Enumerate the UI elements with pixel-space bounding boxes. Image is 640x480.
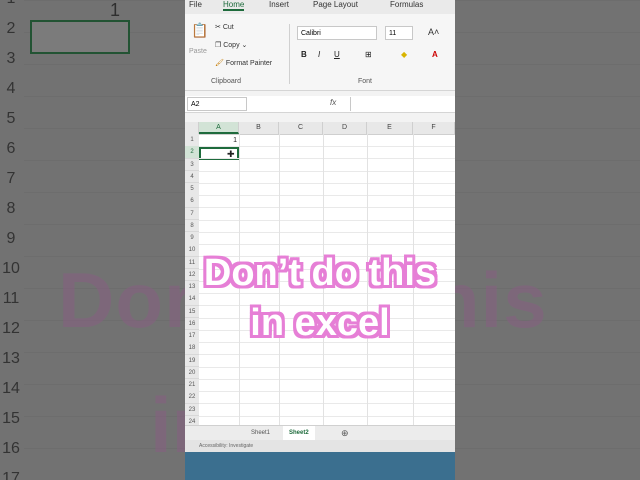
row-gridline <box>199 354 455 356</box>
column-header-d[interactable]: D <box>323 122 367 134</box>
tab-home[interactable]: Home <box>223 0 245 11</box>
caption-line1: Don’t do this <box>203 252 437 294</box>
row-header-9[interactable]: 9 <box>185 232 199 245</box>
underline-button[interactable]: U <box>334 50 340 59</box>
row-header-1[interactable]: 1 <box>185 134 199 147</box>
row-gridline <box>199 378 455 380</box>
caption-line2: in excel <box>250 302 390 344</box>
row-header-4[interactable]: 4 <box>185 170 199 184</box>
column-header-b[interactable]: B <box>239 122 279 134</box>
font-group-label: Font <box>358 78 373 85</box>
row-header-23[interactable]: 23 <box>185 403 199 416</box>
copy-icon: ❐ <box>215 42 222 49</box>
row-gridline <box>199 219 455 221</box>
fx-icon[interactable]: fx <box>330 98 336 107</box>
excel-window: File Home Insert Page Layout Formulas 📋 … <box>185 0 455 480</box>
font-color-button[interactable]: A <box>432 50 438 59</box>
row-gridline <box>199 195 455 196</box>
row-gridline <box>199 170 455 172</box>
row-gridline <box>199 158 455 160</box>
row-gridline <box>199 231 455 233</box>
ribbon: 📋 Paste ✂ Cut ❐ Copy ⌄ 🖌 Format Painter … <box>185 14 455 91</box>
row-header-7[interactable]: 7 <box>185 207 199 220</box>
cut-button[interactable]: ✂ Cut <box>215 23 234 31</box>
sheet-tabs: Sheet1 Sheet2 ⊕ <box>185 425 455 442</box>
select-all-corner[interactable] <box>185 122 199 134</box>
ribbon-separator <box>289 24 290 84</box>
row-gridline <box>199 207 455 209</box>
row-header-2[interactable]: 2 <box>185 146 199 159</box>
format-painter-label: Format Painter <box>225 60 273 67</box>
row-gridline <box>199 244 455 245</box>
row-gridline <box>199 146 455 147</box>
tab-file[interactable]: File <box>189 0 202 9</box>
tab-page-layout[interactable]: Page Layout <box>313 0 358 9</box>
column-header-a[interactable]: A <box>199 122 239 134</box>
increase-font-icon[interactable]: A˄ <box>428 27 439 37</box>
chevron-down-icon: ⌄ <box>241 42 248 49</box>
bold-button[interactable]: B <box>301 50 307 59</box>
row-header-6[interactable]: 6 <box>185 195 199 208</box>
add-sheet-icon[interactable]: ⊕ <box>335 426 355 440</box>
formula-bar: A2 fx <box>185 96 455 113</box>
column-header-e[interactable]: E <box>367 122 413 134</box>
row-gridline <box>199 391 455 392</box>
column-header-row: ABCDEF <box>185 122 455 135</box>
row-header-20[interactable]: 20 <box>185 366 199 380</box>
row-gridline <box>199 366 455 368</box>
paintbrush-icon: 🖌 <box>215 60 224 67</box>
row-header-22[interactable]: 22 <box>185 391 199 404</box>
status-bar: Accessibility: Investigate <box>185 440 455 452</box>
row-header-5[interactable]: 5 <box>185 183 199 196</box>
italic-button[interactable]: I <box>318 50 320 59</box>
format-painter-button[interactable]: 🖌 Format Painter <box>215 59 272 67</box>
column-header-f[interactable]: F <box>413 122 455 134</box>
row-header-8[interactable]: 8 <box>185 219 199 233</box>
column-header-c[interactable]: C <box>279 122 323 134</box>
tab-formulas[interactable]: Formulas <box>390 0 423 9</box>
clipboard-group-label: Clipboard <box>211 78 241 85</box>
row-header-3[interactable]: 3 <box>185 158 199 171</box>
borders-icon[interactable]: ⊞ <box>365 50 372 59</box>
paste-button[interactable]: Paste <box>189 48 207 55</box>
sheet-tab-1[interactable]: Sheet1 <box>245 426 276 440</box>
row-header-21[interactable]: 21 <box>185 379 199 392</box>
copy-label: Copy <box>223 42 240 49</box>
scissors-icon: ✂ <box>215 24 221 31</box>
right-shade <box>455 0 640 480</box>
caption-overlay: Don’t do this in excel <box>0 248 640 348</box>
row-gridline <box>199 182 455 184</box>
name-box[interactable]: A2 <box>187 97 247 111</box>
row-header-19[interactable]: 19 <box>185 354 199 367</box>
ribbon-tabs: File Home Insert Page Layout Formulas <box>185 0 455 14</box>
tab-insert[interactable]: Insert <box>269 0 289 9</box>
row-gridline <box>199 415 455 417</box>
font-name-select[interactable]: Calibri <box>297 26 377 40</box>
taskbar <box>185 452 455 480</box>
row-gridline <box>199 403 455 405</box>
left-shade <box>0 0 185 480</box>
fill-color-icon[interactable]: ◆ <box>401 50 407 59</box>
paste-icon[interactable]: 📋 <box>191 22 208 39</box>
copy-button[interactable]: ❐ Copy ⌄ <box>215 41 247 49</box>
formula-input[interactable] <box>350 97 455 111</box>
cut-label: Cut <box>222 24 234 31</box>
font-size-select[interactable]: 11 <box>385 26 413 40</box>
